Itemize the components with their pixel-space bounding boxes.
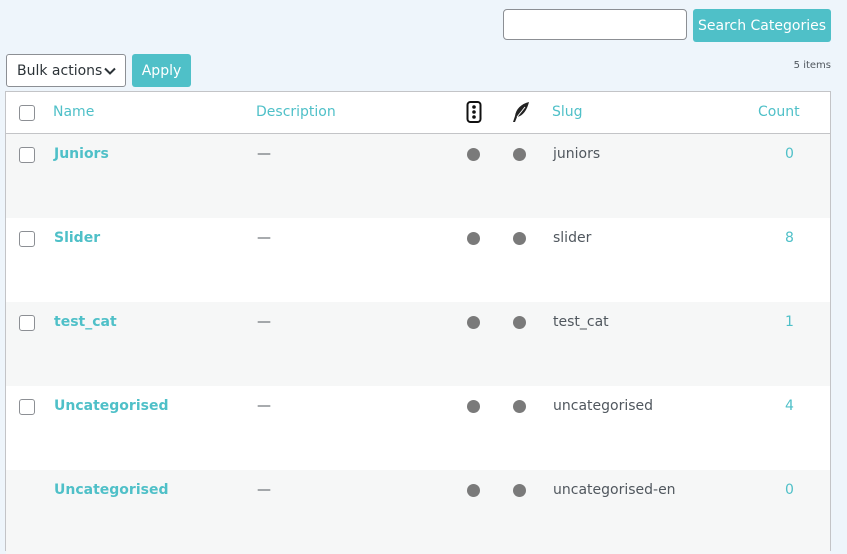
- table-row: Uncategorised — uncategorised 4: [6, 386, 830, 470]
- category-description: —: [257, 482, 271, 498]
- status-dot-icon: [467, 232, 480, 245]
- row-checkbox[interactable]: [19, 147, 35, 163]
- table-header: Name Description Slug Count: [6, 92, 830, 134]
- category-slug: uncategorised-en: [553, 482, 676, 498]
- search-input[interactable]: [503, 9, 687, 40]
- category-description: —: [257, 398, 271, 414]
- category-count-link[interactable]: 0: [785, 482, 794, 498]
- table-row: Juniors — juniors 0: [6, 134, 830, 218]
- status-dot-icon: [467, 148, 480, 161]
- category-count-link[interactable]: 4: [785, 398, 794, 414]
- category-count-link[interactable]: 0: [785, 146, 794, 162]
- category-name-link[interactable]: Slider: [54, 230, 100, 246]
- category-description: —: [257, 230, 271, 246]
- row-checkbox[interactable]: [19, 231, 35, 247]
- chevron-down-icon: [103, 64, 117, 82]
- table-row: Uncategorised — uncategorised-en 0: [6, 470, 830, 554]
- row-checkbox[interactable]: [19, 399, 35, 415]
- column-name[interactable]: Name: [53, 104, 94, 120]
- categories-table: Name Description Slug Count Juniors — ju…: [5, 91, 831, 554]
- search-categories-button[interactable]: Search Categories: [693, 9, 831, 42]
- category-description: —: [257, 146, 271, 162]
- traffic-light-icon: [466, 101, 482, 127]
- category-count-link[interactable]: 1: [785, 314, 794, 330]
- category-slug: slider: [553, 230, 592, 246]
- status-dot-icon: [467, 400, 480, 413]
- bulk-actions-select[interactable]: Bulk actions: [6, 54, 126, 87]
- table-row: test_cat — test_cat 1: [6, 302, 830, 386]
- status-dot-icon: [467, 484, 480, 497]
- select-all-checkbox[interactable]: [19, 105, 35, 121]
- category-count-link[interactable]: 8: [785, 230, 794, 246]
- status-dot-icon: [513, 316, 526, 329]
- table-row: Slider — slider 8: [6, 218, 830, 302]
- status-dot-icon: [513, 148, 526, 161]
- row-checkbox[interactable]: [19, 315, 35, 331]
- status-dot-icon: [513, 400, 526, 413]
- category-slug: test_cat: [553, 314, 609, 330]
- category-name-link[interactable]: Uncategorised: [54, 482, 168, 498]
- bulk-actions-label: Bulk actions: [17, 62, 103, 79]
- column-description: Description: [256, 104, 336, 120]
- category-name-link[interactable]: Juniors: [54, 146, 109, 162]
- apply-button[interactable]: Apply: [132, 54, 191, 87]
- category-name-link[interactable]: test_cat: [54, 314, 117, 330]
- category-description: —: [257, 314, 271, 330]
- status-dot-icon: [513, 484, 526, 497]
- status-dot-icon: [467, 316, 480, 329]
- category-slug: uncategorised: [553, 398, 654, 414]
- status-dot-icon: [513, 232, 526, 245]
- items-count: 5 items: [793, 60, 831, 71]
- column-count[interactable]: Count: [758, 104, 800, 120]
- column-slug[interactable]: Slug: [552, 104, 583, 120]
- category-slug: juniors: [553, 146, 601, 162]
- feather-icon: [511, 101, 531, 127]
- category-name-link[interactable]: Uncategorised: [54, 398, 168, 414]
